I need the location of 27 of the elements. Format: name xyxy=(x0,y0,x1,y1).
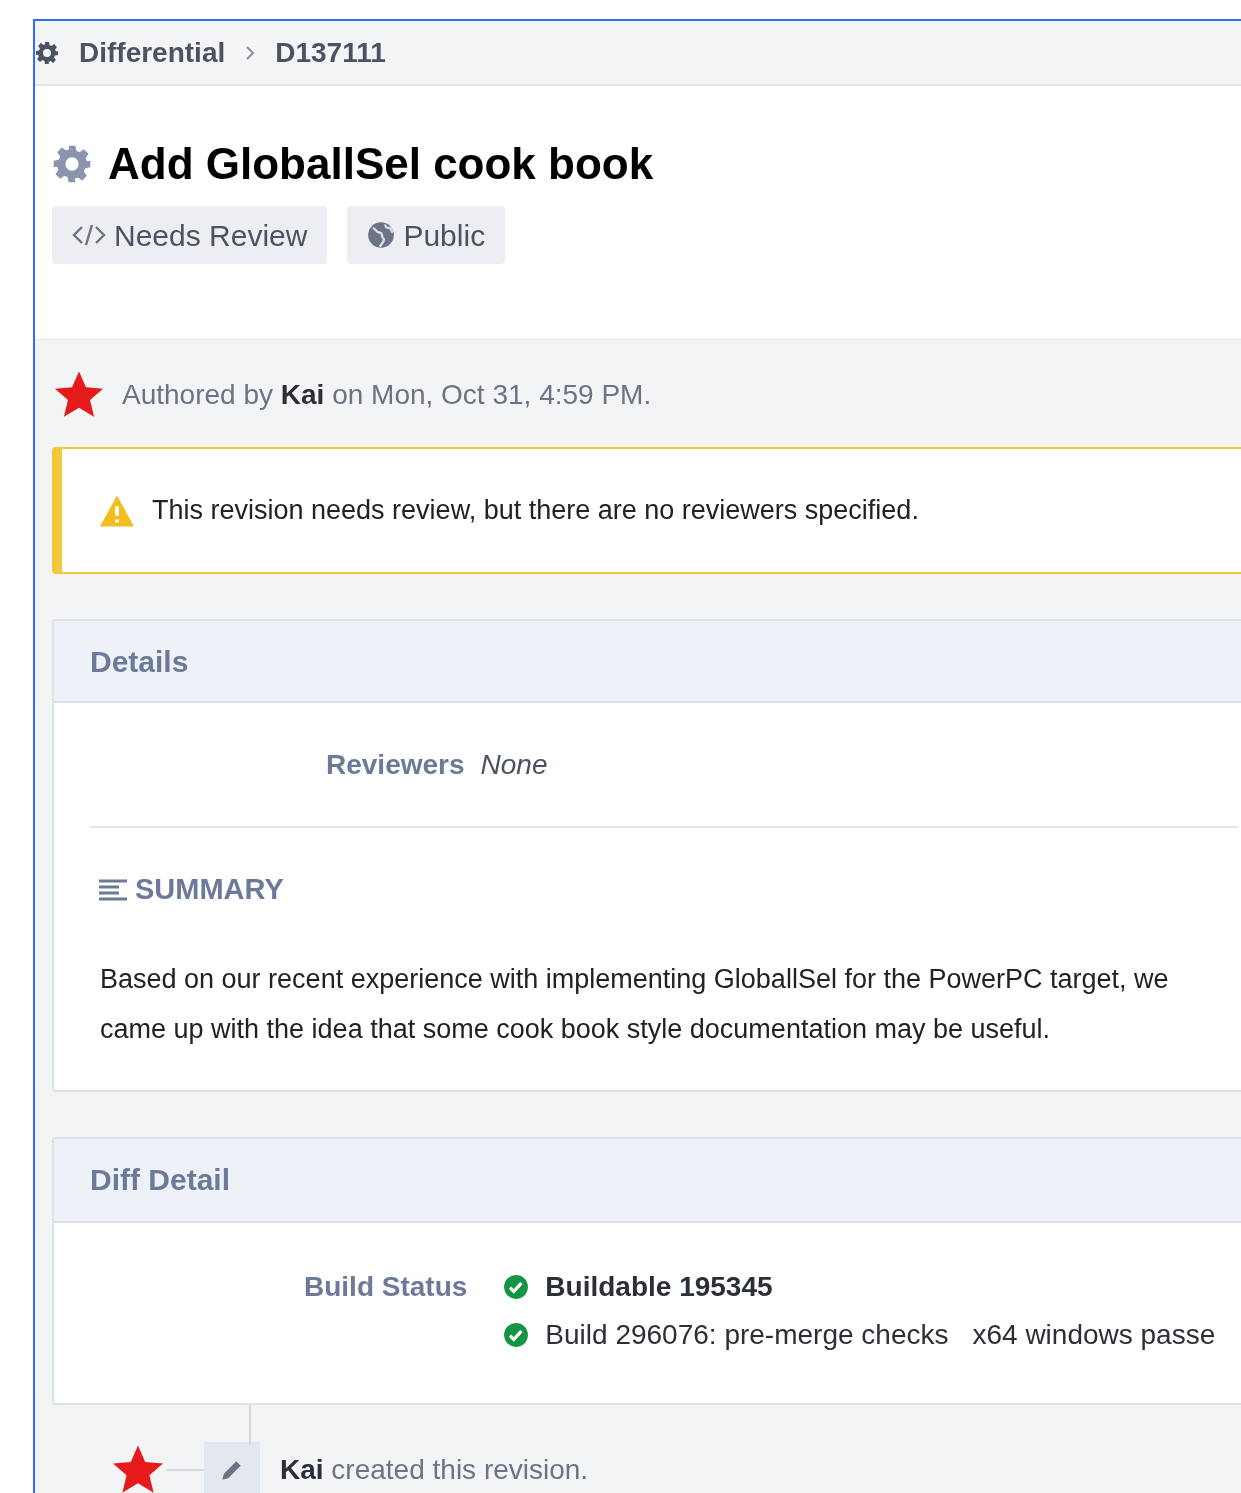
warning-icon xyxy=(98,493,136,528)
gear-icon xyxy=(52,144,92,184)
warning-text: This revision needs review, but there are no reviewers specified. xyxy=(152,494,919,528)
field-label: Build Status xyxy=(304,1269,468,1304)
timeline-text: Kai created this revision. xyxy=(280,1452,589,1487)
build-status: Buildable 195345 xyxy=(545,1269,773,1304)
globe-icon xyxy=(367,221,396,249)
breadcrumb-link[interactable]: D137111 xyxy=(275,31,386,74)
field-label: Reviewers xyxy=(326,747,465,782)
check-circle-icon xyxy=(503,1321,530,1348)
code-icon xyxy=(72,222,106,248)
panel-header: Diff Detail xyxy=(54,1138,1241,1223)
author-line: Authored by Kai on Mon, Oct 31, 4:59 PM. xyxy=(122,378,652,412)
section-heading: SUMMARY xyxy=(135,872,284,907)
field-value: None xyxy=(480,747,548,782)
summary-text: Based on our recent experience with implementing GloballSel for the PowerPC target, we came up with the idea that some cook book style documentation may be useful. xyxy=(99,962,1170,1046)
page-title: Add GloballSel cook book xyxy=(108,142,654,186)
build-status-detail: x64 windows passe xyxy=(972,1317,1216,1352)
text-lines-icon xyxy=(99,878,127,901)
status-tag: Needs Review xyxy=(52,206,328,264)
build-status: Build 296076: pre-merge checks xyxy=(545,1317,949,1352)
chevron-icon xyxy=(245,44,256,61)
panel-header: Details xyxy=(54,621,1241,703)
check-circle-icon xyxy=(503,1273,530,1300)
gear-icon xyxy=(35,40,59,65)
breadcrumb-link[interactable]: Differential xyxy=(79,31,226,74)
status-tag: Public xyxy=(347,206,506,264)
